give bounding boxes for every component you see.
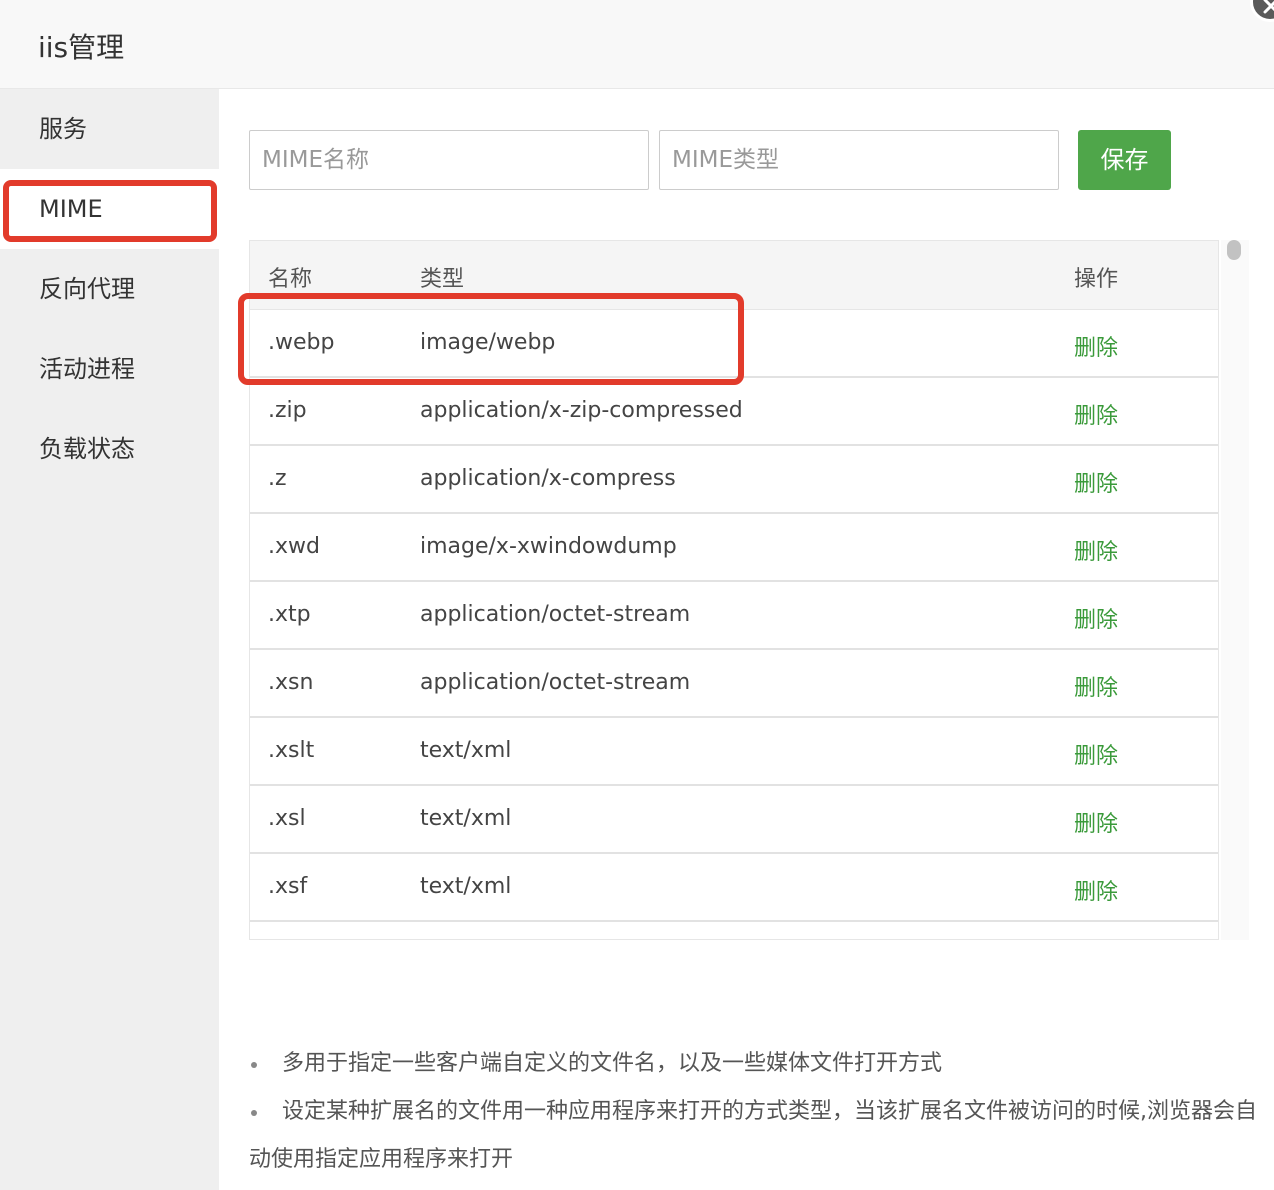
scrollbar-thumb[interactable] (1227, 240, 1241, 260)
header-name: 名称 (268, 267, 313, 292)
delete-link[interactable]: 删除 (1074, 670, 1118, 702)
tip-item: 设定某种扩展名的文件用一种应用程序来打开的方式类型，当该扩展名文件被访问的时候,… (249, 1088, 1274, 1184)
table-row: .xsl text/xml 删除 (250, 786, 1218, 854)
cell-type: image/x-xwindowdump (420, 534, 677, 559)
sidebar-item-active-processes[interactable]: 活动进程 (0, 329, 219, 409)
cell-name: .zip (268, 398, 307, 423)
table-row: .xslt text/xml 删除 (250, 718, 1218, 786)
delete-link[interactable]: 删除 (1074, 466, 1118, 498)
cell-type: application/x-compress (420, 466, 676, 491)
cell-name: .z (268, 466, 287, 491)
cell-name: .xsn (268, 670, 314, 695)
table-row: .xsn application/octet-stream 删除 (250, 650, 1218, 718)
tip-text: 多用于指定一些客户端自定义的文件名，以及一些媒体文件打开方式 (282, 1051, 943, 1076)
bullet-icon (251, 1062, 257, 1068)
cell-type: application/octet-stream (420, 602, 691, 627)
help-tips: 多用于指定一些客户端自定义的文件名，以及一些媒体文件打开方式 设定某种扩展名的文… (249, 1040, 1274, 1184)
mime-name-input[interactable] (249, 130, 649, 190)
sidebar-item-reverse-proxy[interactable]: 反向代理 (0, 249, 219, 329)
cell-name: .xslt (268, 738, 315, 763)
mime-type-input[interactable] (659, 130, 1059, 190)
cell-name: .xsf (268, 874, 308, 899)
bullet-icon (251, 1110, 257, 1116)
highlight-box-row (238, 293, 744, 385)
table-row: .z application/x-compress 删除 (250, 446, 1218, 514)
delete-link[interactable]: 删除 (1074, 330, 1118, 362)
sidebar-item-load-status[interactable]: 负载状态 (0, 409, 219, 489)
cell-type: text/xml (420, 806, 512, 831)
cell-type: text/xml (420, 874, 512, 899)
table-row: .xwd image/x-xwindowdump 删除 (250, 514, 1218, 582)
header-action: 操作 (1074, 267, 1119, 292)
title-bar: iis管理 (0, 0, 1274, 89)
delete-link[interactable]: 删除 (1074, 602, 1118, 634)
cell-name: .xwd (268, 534, 320, 559)
close-icon (1263, 0, 1274, 14)
delete-link[interactable]: 删除 (1074, 534, 1118, 566)
cell-name: .xtp (268, 602, 311, 627)
tip-item: 多用于指定一些客户端自定义的文件名，以及一些媒体文件打开方式 (249, 1040, 1274, 1088)
table-row: .xsf text/xml 删除 (250, 854, 1218, 922)
delete-link[interactable]: 删除 (1074, 738, 1118, 770)
delete-link[interactable]: 删除 (1074, 398, 1118, 430)
delete-link[interactable]: 删除 (1074, 874, 1118, 906)
table-scrollbar[interactable] (1221, 240, 1249, 940)
cell-name: .xsl (268, 806, 306, 831)
table-row (250, 922, 1218, 939)
highlight-box-sidebar (3, 180, 217, 242)
delete-link[interactable]: 删除 (1074, 806, 1118, 838)
save-button[interactable]: 保存 (1078, 130, 1171, 190)
cell-type: application/x-zip-compressed (420, 398, 743, 423)
sidebar-item-service[interactable]: 服务 (0, 89, 219, 169)
header-type: 类型 (420, 267, 465, 292)
window-title: iis管理 (38, 31, 125, 64)
tip-text: 设定某种扩展名的文件用一种应用程序来打开的方式类型，当该扩展名文件被访问的时候,… (249, 1099, 1257, 1172)
sidebar: 服务 MIME 反向代理 活动进程 负载状态 (0, 89, 219, 1190)
cell-type: text/xml (420, 738, 512, 763)
table-row: .xtp application/octet-stream 删除 (250, 582, 1218, 650)
cell-type: application/octet-stream (420, 670, 691, 695)
table-row: .zip application/x-zip-compressed 删除 (250, 378, 1218, 446)
